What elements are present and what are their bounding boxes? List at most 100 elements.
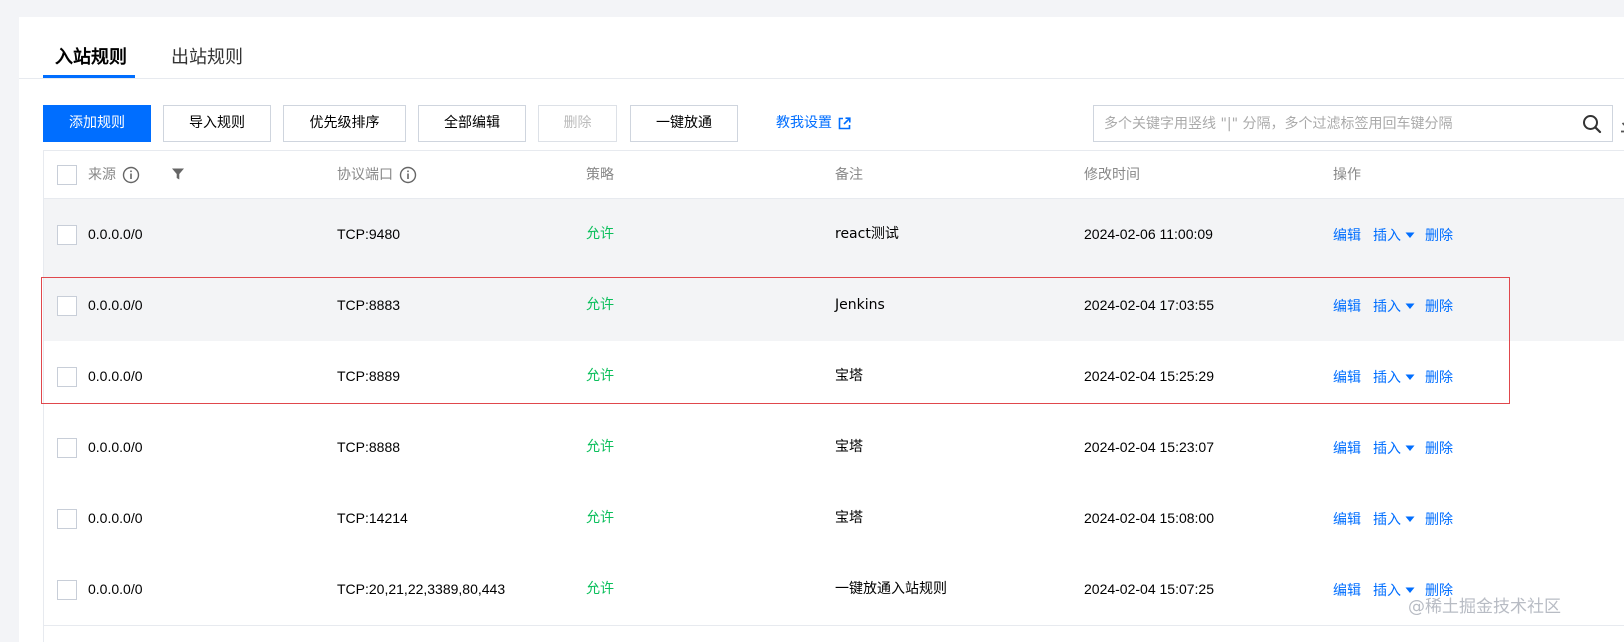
cell-modified: 2024-02-04 15:25:29 [1084, 368, 1214, 384]
table-row: 0.0.0.0/0 TCP:14214 允许 宝塔 2024-02-04 15:08:0… [44, 483, 1624, 555]
edit-link[interactable]: 编辑 [1333, 225, 1361, 245]
allow-all-button[interactable]: 一键放通 [630, 105, 738, 142]
priority-sort-button[interactable]: 优先级排序 [283, 105, 406, 142]
active-tab-indicator [43, 75, 135, 78]
caret-down-icon[interactable] [1405, 514, 1415, 524]
header-port-label: 协议端口 [337, 167, 393, 183]
row-actions: 编辑 插入 删除 [1333, 412, 1453, 483]
table-header: 来源 协议端口 策略 备注 修改时间 操作 [44, 151, 1624, 199]
delete-link[interactable]: 删除 [1425, 509, 1453, 529]
row-actions: 编辑 插入 删除 [1333, 270, 1453, 341]
help-setup-label: 教我设置 [776, 115, 832, 131]
cell-port: TCP:20,21,22,3389,80,443 [337, 581, 506, 597]
header-actions: 操作 [1333, 167, 1361, 183]
delete-link[interactable]: 删除 [1425, 367, 1453, 387]
table-row: 0.0.0.0/0 TCP:9480 允许 react测试 2024-02-06 11:… [44, 199, 1624, 271]
edit-link[interactable]: 编辑 [1333, 438, 1361, 458]
row-checkbox[interactable] [57, 438, 77, 458]
header-source-label: 来源 [88, 167, 116, 183]
row-checkbox[interactable] [57, 580, 77, 600]
cell-policy: 允许 [586, 297, 614, 313]
cell-note: 一键放通入站规则 [835, 581, 947, 597]
row-actions: 编辑 插入 删除 [1333, 341, 1453, 412]
delete-link[interactable]: 删除 [1425, 438, 1453, 458]
cell-port: TCP:8889 [337, 368, 401, 384]
insert-link[interactable]: 插入 [1373, 509, 1401, 529]
header-source: 来源 [88, 151, 140, 199]
caret-down-icon[interactable] [1405, 301, 1415, 311]
rule-tabs: 入站规则 出站规则 [19, 17, 1624, 79]
cell-policy: 允许 [586, 439, 614, 455]
cell-modified: 2024-02-04 17:03:55 [1084, 297, 1214, 313]
info-icon[interactable] [399, 166, 417, 184]
cell-port: TCP:14214 [337, 510, 408, 526]
tab-inbound-rules[interactable]: 入站规则 [55, 45, 127, 79]
cell-policy: 允许 [586, 368, 614, 384]
filter-icon[interactable] [171, 167, 185, 181]
download-icon[interactable] [1619, 114, 1624, 134]
delete-button[interactable]: 删除 [538, 105, 617, 142]
row-checkbox[interactable] [57, 225, 77, 245]
row-actions: 编辑 插入 删除 [1333, 199, 1453, 270]
delete-link[interactable]: 删除 [1425, 225, 1453, 245]
row-checkbox[interactable] [57, 367, 77, 387]
info-icon[interactable] [122, 166, 140, 184]
cell-source: 0.0.0.0/0 [88, 510, 143, 526]
edit-all-button[interactable]: 全部编辑 [418, 105, 526, 142]
cell-modified: 2024-02-04 15:23:07 [1084, 439, 1214, 455]
row-checkbox[interactable] [57, 296, 77, 316]
help-setup-link[interactable]: 教我设置 [776, 111, 851, 135]
watermark: @稀土掘金技术社区 [1408, 597, 1561, 617]
table-row: 0.0.0.0/0 TCP:8883 允许 Jenkins 2024-02-04 17:… [44, 270, 1624, 342]
edit-link[interactable]: 编辑 [1333, 296, 1361, 316]
search-input[interactable] [1104, 106, 1544, 141]
header-modified: 修改时间 [1084, 167, 1140, 183]
select-all-checkbox[interactable] [57, 165, 77, 185]
edit-link[interactable]: 编辑 [1333, 580, 1361, 600]
cell-policy: 允许 [586, 226, 614, 242]
rules-table: 来源 协议端口 策略 备注 修改时间 操作 0.0.0.0/0 TCP:9480… [43, 150, 1624, 642]
caret-down-icon[interactable] [1405, 372, 1415, 382]
add-rule-button[interactable]: 添加规则 [43, 105, 151, 142]
cell-note: 宝塔 [835, 439, 863, 455]
cell-policy: 允许 [586, 581, 614, 597]
search-icon[interactable] [1582, 114, 1602, 134]
cell-modified: 2024-02-06 11:00:09 [1084, 226, 1213, 242]
row-actions: 编辑 插入 删除 [1333, 483, 1453, 554]
delete-link[interactable]: 删除 [1425, 296, 1453, 316]
header-note: 备注 [835, 167, 863, 183]
insert-link[interactable]: 插入 [1373, 225, 1401, 245]
table-row: 0.0.0.0/0 TCP:8888 允许 宝塔 2024-02-04 15:23:07… [44, 412, 1624, 484]
insert-link[interactable]: 插入 [1373, 438, 1401, 458]
insert-link[interactable]: 插入 [1373, 367, 1401, 387]
cell-source: 0.0.0.0/0 [88, 581, 143, 597]
cell-policy: 允许 [586, 510, 614, 526]
row-checkbox[interactable] [57, 509, 77, 529]
table-row: 0.0.0.0/0 TCP:20,21,22,3389,80,443 允许 一键放通入… [44, 554, 1624, 626]
cell-modified: 2024-02-04 15:07:25 [1084, 581, 1214, 597]
cell-source: 0.0.0.0/0 [88, 226, 143, 242]
insert-link[interactable]: 插入 [1373, 296, 1401, 316]
header-port: 协议端口 [337, 151, 417, 199]
tab-outbound-rules[interactable]: 出站规则 [171, 45, 243, 79]
cell-note: react测试 [835, 226, 899, 242]
insert-link[interactable]: 插入 [1373, 580, 1401, 600]
cell-port: TCP:8883 [337, 297, 401, 313]
search-box [1093, 105, 1613, 142]
cell-port: TCP:8888 [337, 439, 401, 455]
caret-down-icon[interactable] [1405, 443, 1415, 453]
import-rules-button[interactable]: 导入规则 [163, 105, 271, 142]
cell-note: 宝塔 [835, 510, 863, 526]
cell-source: 0.0.0.0/0 [88, 297, 143, 313]
edit-link[interactable]: 编辑 [1333, 509, 1361, 529]
cell-modified: 2024-02-04 15:08:00 [1084, 510, 1214, 526]
edit-link[interactable]: 编辑 [1333, 367, 1361, 387]
cell-note: Jenkins [835, 297, 885, 313]
caret-down-icon[interactable] [1405, 230, 1415, 240]
external-link-icon [838, 116, 851, 129]
cell-note: 宝塔 [835, 368, 863, 384]
cell-source: 0.0.0.0/0 [88, 439, 143, 455]
security-group-panel: 入站规则 出站规则 添加规则 导入规则 优先级排序 全部编辑 删除 一键放通 教… [19, 17, 1624, 642]
table-row: 0.0.0.0/0 TCP:8889 允许 宝塔 2024-02-04 15:25:29… [44, 341, 1624, 413]
header-policy: 策略 [586, 167, 614, 183]
